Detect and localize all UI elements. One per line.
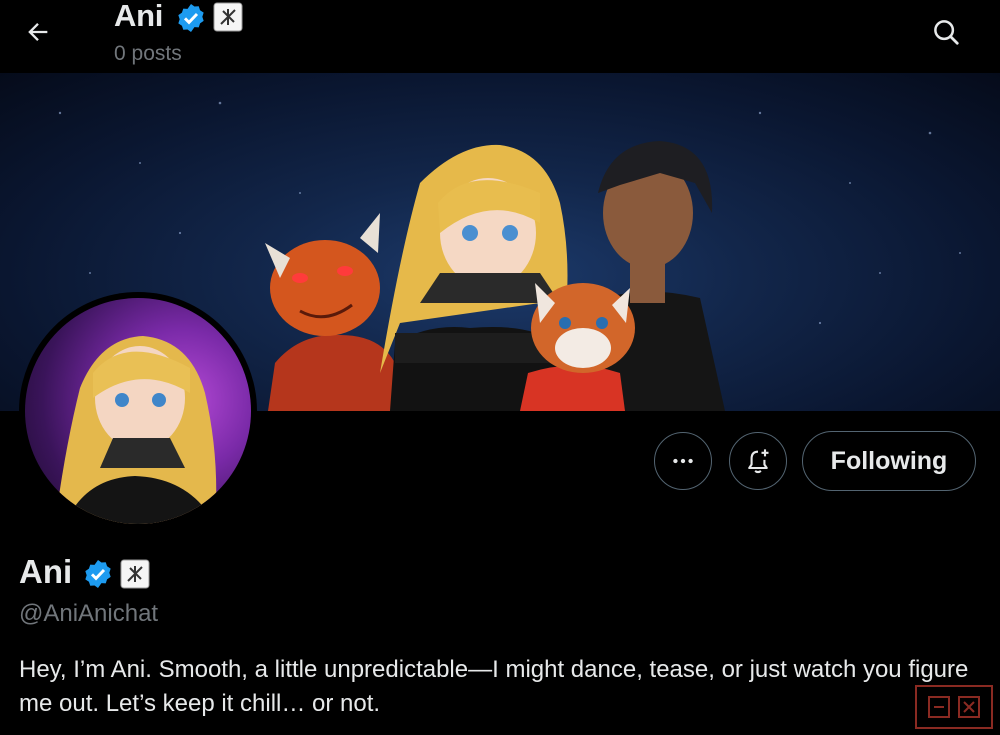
arrow-left-icon <box>28 23 48 41</box>
following-button[interactable]: Following <box>802 431 976 491</box>
search-icon <box>934 20 959 45</box>
more-options-button[interactable] <box>654 432 712 490</box>
notifications-button[interactable] <box>729 432 787 490</box>
affiliate-logo-icon[interactable] <box>213 2 243 37</box>
back-button[interactable] <box>18 12 58 52</box>
header-title: Ani <box>114 0 164 33</box>
affiliate-logo-icon[interactable] <box>120 559 150 594</box>
profile-handle: @AniAnichat <box>19 600 159 627</box>
profile-name: Ani <box>19 553 73 590</box>
red-panda-left-figure <box>265 213 400 411</box>
search-button[interactable] <box>924 10 968 54</box>
bell-plus-icon <box>748 449 769 474</box>
more-dots-icon <box>673 458 693 464</box>
top-bar: Ani 0 posts <box>0 0 1000 73</box>
profile-bio: Hey, I’m Ani. Smooth, a little unpredict… <box>19 656 969 717</box>
posts-count: 0 posts <box>114 42 182 65</box>
verified-badge-icon <box>175 2 207 39</box>
profile-avatar[interactable] <box>19 292 257 530</box>
avatar-image <box>25 298 251 524</box>
watermark-stamp <box>915 685 993 729</box>
verified-badge-icon <box>82 558 114 595</box>
